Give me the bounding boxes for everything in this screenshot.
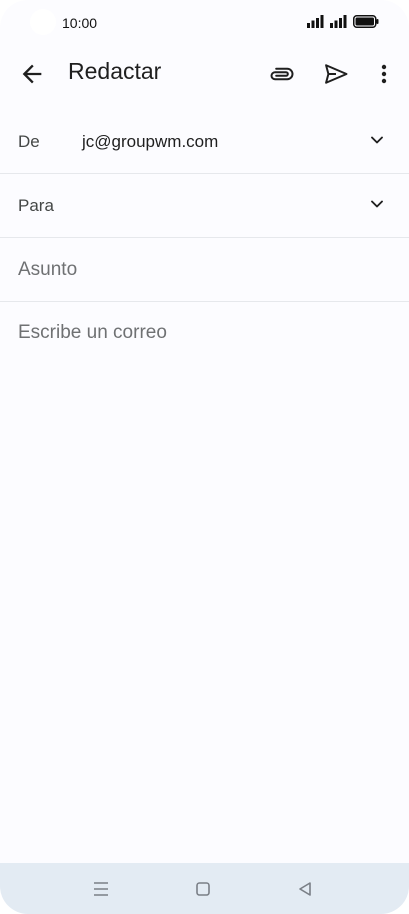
chevron-down-icon[interactable]: [367, 194, 387, 214]
from-row[interactable]: De jc@groupwm.com: [0, 110, 409, 174]
from-label: De: [18, 132, 40, 151]
status-time: 10:00: [62, 15, 98, 31]
signal-icon: [307, 15, 324, 28]
send-icon[interactable]: [322, 60, 350, 88]
app-bar: Redactar: [0, 46, 409, 102]
battery-icon: [353, 15, 379, 28]
subject-field[interactable]: Asunto: [0, 238, 409, 302]
to-row[interactable]: Para: [0, 174, 409, 238]
from-value: jc@groupwm.com: [82, 132, 219, 151]
back-arrow-icon[interactable]: [18, 60, 46, 88]
body-field[interactable]: Escribe un correo: [0, 302, 409, 852]
chevron-down-icon[interactable]: [367, 130, 387, 150]
home-square-icon[interactable]: [191, 877, 215, 901]
navigation-bar: [0, 863, 409, 914]
page-title: Redactar: [68, 58, 162, 84]
status-icons: [307, 15, 379, 28]
camera-cutout: [30, 9, 56, 35]
subject-placeholder: Asunto: [18, 259, 78, 280]
menu-icon[interactable]: [89, 877, 113, 901]
more-vert-icon[interactable]: [372, 60, 396, 88]
status-bar: 10:00: [0, 0, 409, 46]
to-label: Para: [18, 196, 54, 215]
paperclip-icon[interactable]: [268, 60, 296, 88]
phone-screen: 10:00 Redactar De jc@groupwm.com Para As…: [0, 0, 409, 914]
body-placeholder: Escribe un correo: [18, 322, 167, 343]
signal-icon: [330, 15, 347, 28]
back-triangle-icon[interactable]: [293, 877, 317, 901]
